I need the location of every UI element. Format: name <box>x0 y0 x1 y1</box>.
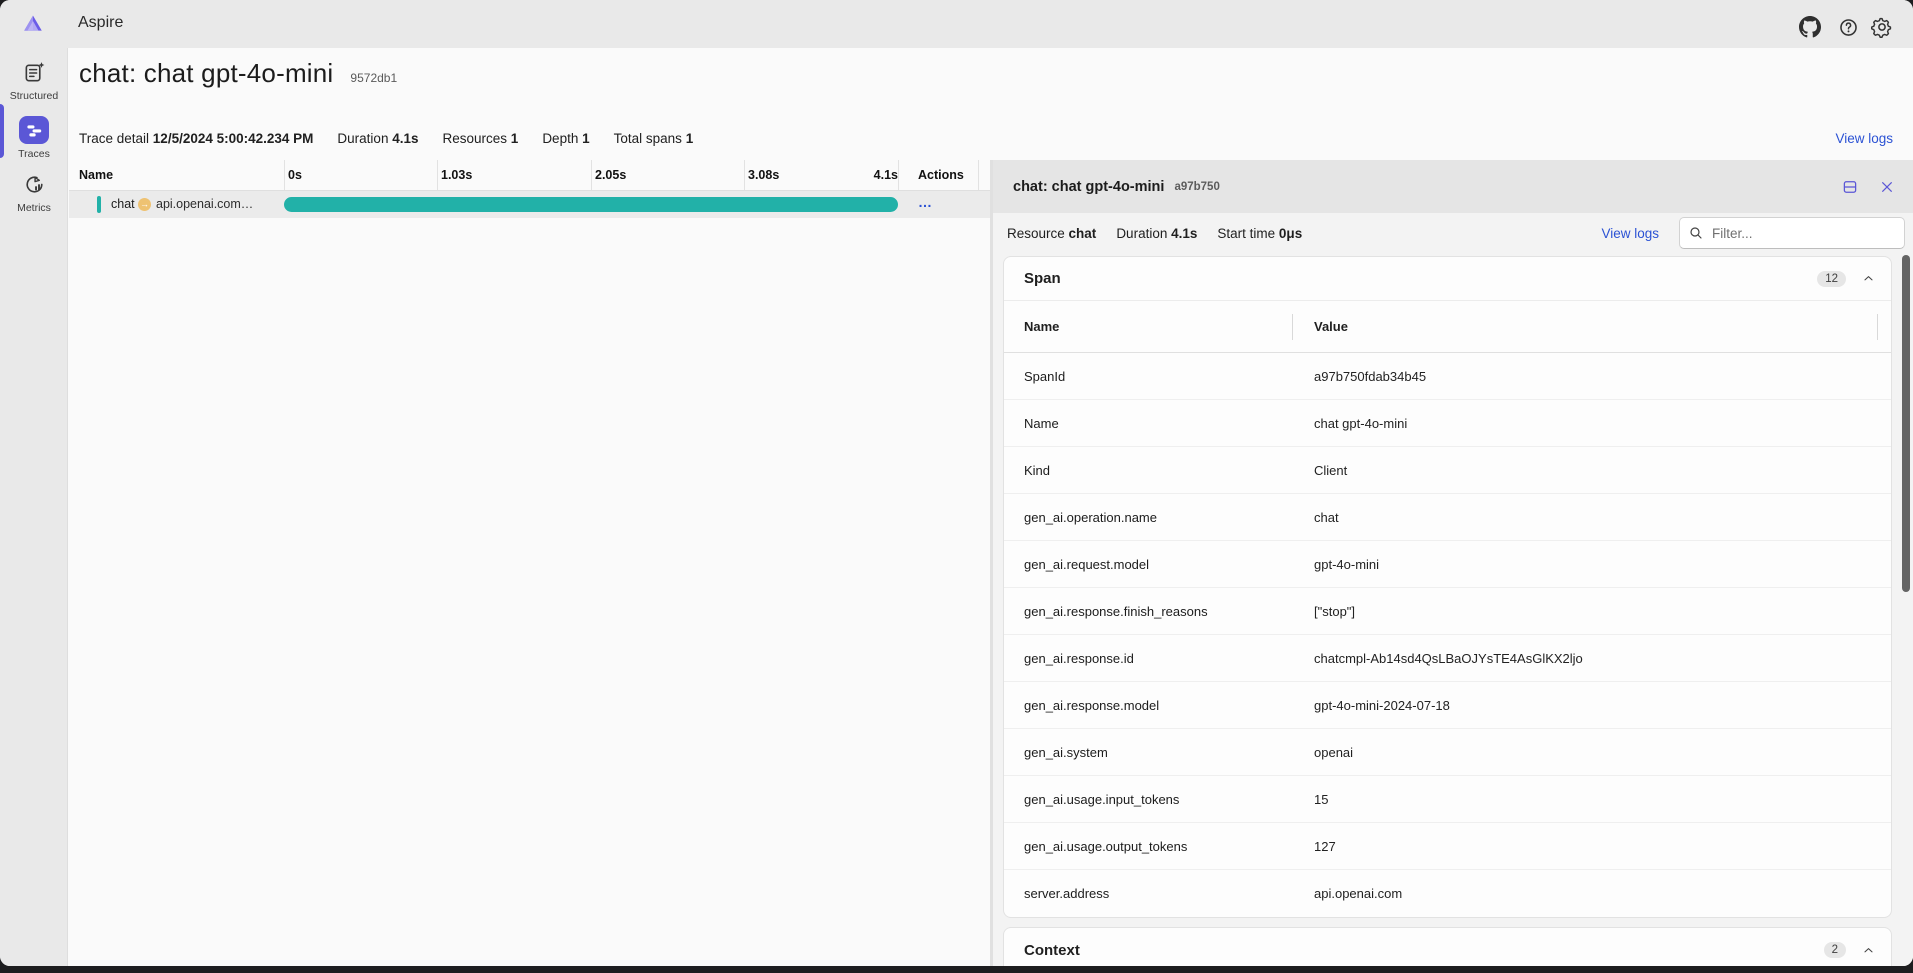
span-target: api.openai.com… <box>156 197 253 211</box>
attribute-row: Namechat gpt-4o-mini <box>1004 400 1891 447</box>
top-bar: Aspire <box>0 0 1913 48</box>
active-nav-indicator <box>0 104 4 158</box>
trace-total-spans: Total spans 1 <box>614 131 694 146</box>
column-divider[interactable] <box>1292 314 1293 340</box>
trace-detail-toolbar: Trace detail 12/5/2024 5:00:42.234 PM Du… <box>79 124 1893 152</box>
chart-pie-icon <box>19 170 49 198</box>
view-logs-link[interactable]: View logs <box>1835 131 1893 146</box>
chevron-up-icon[interactable] <box>1862 944 1875 957</box>
trace-duration: Duration 4.1s <box>337 131 418 146</box>
waterfall-header: Name 0s 1.03s 2.05s 3.08s 4.1s Actions <box>69 160 990 191</box>
attribute-row: server.addressapi.openai.com <box>1004 870 1891 917</box>
column-header-actions: Actions <box>918 168 964 182</box>
count-badge: 2 <box>1824 942 1846 958</box>
sidebar: Structured Traces Metrics <box>0 48 68 966</box>
time-tick: 2.05s <box>595 168 626 182</box>
search-icon <box>1688 225 1704 241</box>
sidebar-item-label: Traces <box>18 148 50 160</box>
split-view-icon[interactable] <box>1841 178 1859 196</box>
trace-detail-timestamp: Trace detail 12/5/2024 5:00:42.234 PM <box>79 131 313 146</box>
span-id-badge: a97b750 <box>1174 181 1219 193</box>
attribute-row: gen_ai.request.modelgpt-4o-mini <box>1004 541 1891 588</box>
section-title: Context <box>1024 942 1080 959</box>
aspire-logo-icon <box>23 13 43 34</box>
details-view-logs-link[interactable]: View logs <box>1601 226 1659 241</box>
attribute-row: KindClient <box>1004 447 1891 494</box>
count-badge: 12 <box>1817 271 1846 287</box>
page-title: chat: chat gpt-4o-mini <box>79 58 333 89</box>
details-scroll-area: Span 12 Name Value SpanIda97b7 <box>993 253 1913 966</box>
chevron-up-icon[interactable] <box>1862 272 1875 285</box>
sidebar-item-metrics[interactable]: Metrics <box>0 170 68 214</box>
attribute-row: gen_ai.response.finish_reasons["stop"] <box>1004 588 1891 635</box>
column-header-name: Name <box>1004 319 1294 334</box>
details-toolbar: Resource chat Duration 4.1s Start time 0… <box>993 213 1913 253</box>
context-section-card: Context 2 <box>1003 927 1892 966</box>
structured-logs-icon <box>19 58 49 86</box>
span-color-indicator <box>97 196 101 213</box>
trace-resources: Resources 1 <box>443 131 519 146</box>
section-title: Span <box>1024 270 1061 287</box>
attribute-row: gen_ai.usage.output_tokens127 <box>1004 823 1891 870</box>
attribute-row: gen_ai.systemopenai <box>1004 729 1891 776</box>
span-name: chat <box>111 197 135 211</box>
row-actions-button[interactable]: … <box>918 194 932 210</box>
trace-id-badge: 9572db1 <box>350 71 397 85</box>
app-title: Aspire <box>78 14 123 32</box>
time-tick: 1.03s <box>441 168 472 182</box>
column-divider[interactable] <box>1877 314 1878 340</box>
attribute-row: gen_ai.response.idchatcmpl-Ab14sd4QsLBaO… <box>1004 635 1891 682</box>
sidebar-item-label: Metrics <box>17 202 51 214</box>
context-section-header[interactable]: Context 2 <box>1004 928 1891 966</box>
app-window: Aspire Structured <box>0 0 1913 966</box>
details-duration: Duration 4.1s <box>1116 226 1197 241</box>
filter-box <box>1679 217 1905 249</box>
time-tick: 3.08s <box>748 168 779 182</box>
sidebar-item-structured[interactable]: Structured <box>0 58 68 102</box>
column-header-name: Name <box>79 168 113 182</box>
help-circle-icon[interactable] <box>1838 17 1859 38</box>
details-start-time: Start time 0μs <box>1217 226 1302 241</box>
filter-input[interactable] <box>1712 226 1896 241</box>
details-resource: Resource chat <box>1007 226 1096 241</box>
settings-gear-icon[interactable] <box>1871 16 1893 38</box>
span-details-panel: chat: chat gpt-4o-mini a97b750 Resource … <box>993 160 1913 966</box>
page-header: chat: chat gpt-4o-mini 9572db1 <box>79 58 397 89</box>
arrow-circle-icon: → <box>138 198 151 211</box>
column-header-value: Value <box>1294 319 1891 334</box>
time-tick: 4.1s <box>829 168 898 182</box>
details-title: chat: chat gpt-4o-mini <box>1013 179 1164 195</box>
split-area: Name 0s 1.03s 2.05s 3.08s 4.1s Actions c… <box>69 160 1913 966</box>
span-row[interactable]: chat → api.openai.com… … <box>69 191 990 218</box>
details-header: chat: chat gpt-4o-mini a97b750 <box>993 160 1913 213</box>
sidebar-item-traces[interactable]: Traces <box>0 116 68 160</box>
attribute-row: gen_ai.response.modelgpt-4o-mini-2024-07… <box>1004 682 1891 729</box>
span-duration-bar[interactable] <box>284 197 898 212</box>
trace-depth: Depth 1 <box>542 131 589 146</box>
span-section-card: Span 12 Name Value SpanIda97b7 <box>1003 256 1892 918</box>
scrollbar[interactable] <box>1902 255 1910 592</box>
attribute-row: gen_ai.operation.namechat <box>1004 494 1891 541</box>
close-icon[interactable] <box>1879 179 1895 195</box>
github-icon[interactable] <box>1799 16 1821 38</box>
span-section-header[interactable]: Span 12 <box>1004 257 1891 301</box>
attribute-row: SpanIda97b750fdab34b45 <box>1004 353 1891 400</box>
time-tick: 0s <box>288 168 302 182</box>
trace-waterfall: Name 0s 1.03s 2.05s 3.08s 4.1s Actions c… <box>69 160 990 966</box>
gantt-chart-icon <box>19 116 49 144</box>
sidebar-item-label: Structured <box>10 90 58 102</box>
attribute-row: gen_ai.usage.input_tokens15 <box>1004 776 1891 823</box>
attribute-table-header: Name Value <box>1004 301 1891 353</box>
main-content: chat: chat gpt-4o-mini 9572db1 Trace det… <box>69 48 1913 966</box>
